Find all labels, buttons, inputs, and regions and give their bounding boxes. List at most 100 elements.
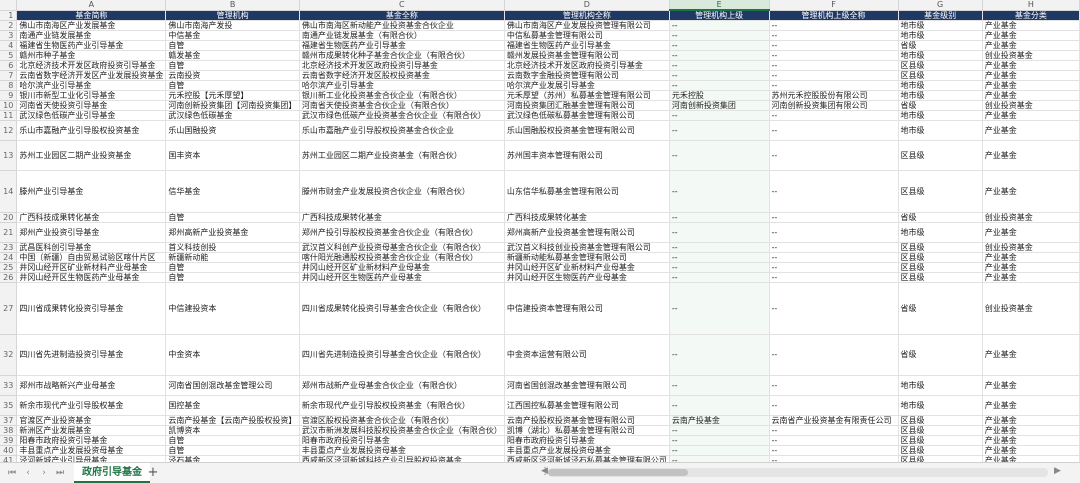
cell-e[interactable]: 云南产投基金 <box>669 415 770 426</box>
cell-d[interactable]: 井冈山经开区矿业新材料产业母基金 <box>504 262 670 273</box>
cell-b[interactable]: 自管 <box>165 435 300 446</box>
cell-c[interactable]: 佛山市南海区新动能产业投资基金合伙企业 <box>299 20 505 31</box>
cell-e[interactable]: -- <box>669 30 770 41</box>
cell-a[interactable]: 新洲区产业发展基金 <box>16 425 167 436</box>
last-sheet-icon[interactable]: ⏭ <box>54 467 66 479</box>
cell-h[interactable]: 产业基金 <box>982 395 1080 416</box>
cell-f[interactable]: 河南创新投资集团有限公司 <box>769 100 899 111</box>
cell-e[interactable]: -- <box>669 80 770 91</box>
cell-h[interactable]: 产业基金 <box>982 435 1080 446</box>
cell-d[interactable]: 河南省国创混改基金管理有限公司 <box>504 375 670 396</box>
row-number[interactable]: 2 <box>0 20 18 31</box>
cell-h[interactable]: 产业基金 <box>982 70 1080 81</box>
cell-e[interactable]: -- <box>669 120 770 141</box>
cell-a[interactable]: 云南省数字经济开发区产业发展投资基金 <box>16 70 167 81</box>
cell-c[interactable]: 乐山市嘉融产业引导股权投资基金合伙企业 <box>299 120 505 141</box>
cell-e[interactable]: -- <box>669 222 770 243</box>
cell-f[interactable]: -- <box>769 282 899 335</box>
cell-b[interactable]: 武汉绿色低碳基金 <box>165 110 300 121</box>
cell-f[interactable]: -- <box>769 252 899 263</box>
cell-h[interactable]: 产业基金 <box>982 415 1080 426</box>
cell-g[interactable]: 地市级 <box>898 395 983 416</box>
cell-b[interactable]: 泾石基金 <box>165 455 300 462</box>
cell-d[interactable]: 阳春市政府投资引导基金 <box>504 435 670 446</box>
cell-d[interactable]: 云南产投股权投资基金管理有限公司 <box>504 415 670 426</box>
cell-g[interactable]: 省级 <box>898 100 983 111</box>
cell-d[interactable]: 佛山市南海区产业发展投资管理有限公司 <box>504 20 670 31</box>
cell-b[interactable]: 佛山市南海产发投 <box>165 20 300 31</box>
row-number[interactable]: 38 <box>0 425 18 436</box>
row-number[interactable]: 4 <box>0 40 18 51</box>
scroll-right-icon[interactable]: ▶ <box>1054 466 1061 476</box>
cell-a[interactable]: 南通产业链发展基金 <box>16 30 167 41</box>
cell-c[interactable]: 官渡区股权投资基金合伙企业（有限合伙） <box>299 415 505 426</box>
add-sheet-button[interactable]: + <box>146 465 160 481</box>
column-header-g[interactable]: G <box>898 0 983 11</box>
header-cell[interactable]: 基金级别 <box>898 10 983 21</box>
cell-b[interactable]: 新疆新动能 <box>165 252 300 263</box>
column-header-h[interactable]: H <box>982 0 1080 11</box>
cell-g[interactable]: 省级 <box>898 282 983 335</box>
cell-g[interactable]: 地市级 <box>898 20 983 31</box>
cell-b[interactable]: 自管 <box>165 445 300 456</box>
cell-c[interactable]: 喀什阳光融通股权投资基金合伙企业（有限合伙） <box>299 252 505 263</box>
cell-a[interactable]: 井冈山经开区生物医药产业母基金 <box>16 272 167 283</box>
cell-h[interactable]: 产业基金 <box>982 445 1080 456</box>
cell-a[interactable]: 井冈山经开区矿业新材料产业母基金 <box>16 262 167 273</box>
cell-d[interactable]: 苏州国丰资本管理有限公司 <box>504 140 670 172</box>
cell-g[interactable]: 区县级 <box>898 262 983 273</box>
cell-b[interactable]: 赣发基金 <box>165 50 300 61</box>
cell-g[interactable]: 区县级 <box>898 272 983 283</box>
cell-f[interactable]: -- <box>769 242 899 253</box>
cell-g[interactable]: 区县级 <box>898 70 983 81</box>
cell-c[interactable]: 武汉市新洲发展科技股权投资基金合伙企业（有限合伙） <box>299 425 505 436</box>
cell-h[interactable]: 产业基金 <box>982 110 1080 121</box>
cell-g[interactable]: 区县级 <box>898 435 983 446</box>
cell-h[interactable]: 产业基金 <box>982 334 1080 377</box>
cell-d[interactable]: 赣州发展投资基金管理有限公司 <box>504 50 670 61</box>
row-number[interactable]: 8 <box>0 80 18 91</box>
cell-c[interactable]: 新余市现代产业引导股权投资基金（有限合伙） <box>299 395 505 416</box>
cell-a[interactable]: 福建省生物医药产业引导基金 <box>16 40 167 51</box>
cell-h[interactable]: 产业基金 <box>982 252 1080 263</box>
cell-g[interactable]: 地市级 <box>898 375 983 396</box>
cell-e[interactable]: -- <box>669 262 770 273</box>
cell-c[interactable]: 苏州工业园区二期产业投资基金（有限合伙） <box>299 140 505 172</box>
row-number[interactable]: 21 <box>0 222 18 243</box>
cell-f[interactable]: -- <box>769 262 899 273</box>
cell-c[interactable]: 滕州市财金产业发展投资合伙企业（有限合伙） <box>299 170 505 213</box>
cell-b[interactable]: 凯博资本 <box>165 425 300 436</box>
cell-d[interactable]: 山东信华私募基金管理有限公司 <box>504 170 670 213</box>
cell-h[interactable]: 产业基金 <box>982 170 1080 213</box>
cell-g[interactable]: 地市级 <box>898 80 983 91</box>
row-number[interactable]: 37 <box>0 415 18 426</box>
cell-a[interactable]: 乐山市嘉融产业引导股权投资基金 <box>16 120 167 141</box>
cell-e[interactable]: 元禾控股 <box>669 90 770 101</box>
cell-c[interactable]: 云南省数字经济开发区股权投资基金 <box>299 70 505 81</box>
cell-c[interactable]: 井冈山经开区生物医药产业母基金 <box>299 272 505 283</box>
header-cell[interactable]: 管理机构上级 <box>669 10 770 21</box>
cell-f[interactable]: -- <box>769 20 899 31</box>
cell-e[interactable]: -- <box>669 375 770 396</box>
cell-g[interactable]: 区县级 <box>898 445 983 456</box>
cell-b[interactable]: 元禾控股【元禾厚望】 <box>165 90 300 101</box>
cell-c[interactable]: 南通产业链发展基金（有限合伙） <box>299 30 505 41</box>
cell-c[interactable]: 四川省先进制造投资引导基金合伙企业（有限合伙） <box>299 334 505 377</box>
cell-g[interactable]: 省级 <box>898 334 983 377</box>
cell-e[interactable]: -- <box>669 282 770 335</box>
cell-f[interactable]: -- <box>769 435 899 446</box>
cell-c[interactable]: 武汉首义科创产业投资母基金合伙企业（有限合伙） <box>299 242 505 253</box>
cell-h[interactable]: 产业基金 <box>982 375 1080 396</box>
row-number[interactable]: 23 <box>0 242 18 253</box>
cell-h[interactable]: 创业投资基金 <box>982 242 1080 253</box>
cell-a[interactable]: 滕州产业引导基金 <box>16 170 167 213</box>
cell-c[interactable]: 井冈山经开区矿业新材料产业母基金 <box>299 262 505 273</box>
cell-d[interactable]: 武汉首义科技创业投资基金管理有限公司 <box>504 242 670 253</box>
cell-g[interactable]: 区县级 <box>898 415 983 426</box>
cell-a[interactable]: 广西科技成果转化基金 <box>16 212 167 223</box>
cell-f[interactable]: -- <box>769 50 899 61</box>
cell-d[interactable]: 云南数字金融投资管理有限公司 <box>504 70 670 81</box>
cell-c[interactable]: 武汉市绿色低碳产业投资基金合伙企业（有限合伙） <box>299 110 505 121</box>
sheet-tab-active[interactable]: 政府引导基金 <box>74 463 150 483</box>
cell-b[interactable]: 自管 <box>165 40 300 51</box>
